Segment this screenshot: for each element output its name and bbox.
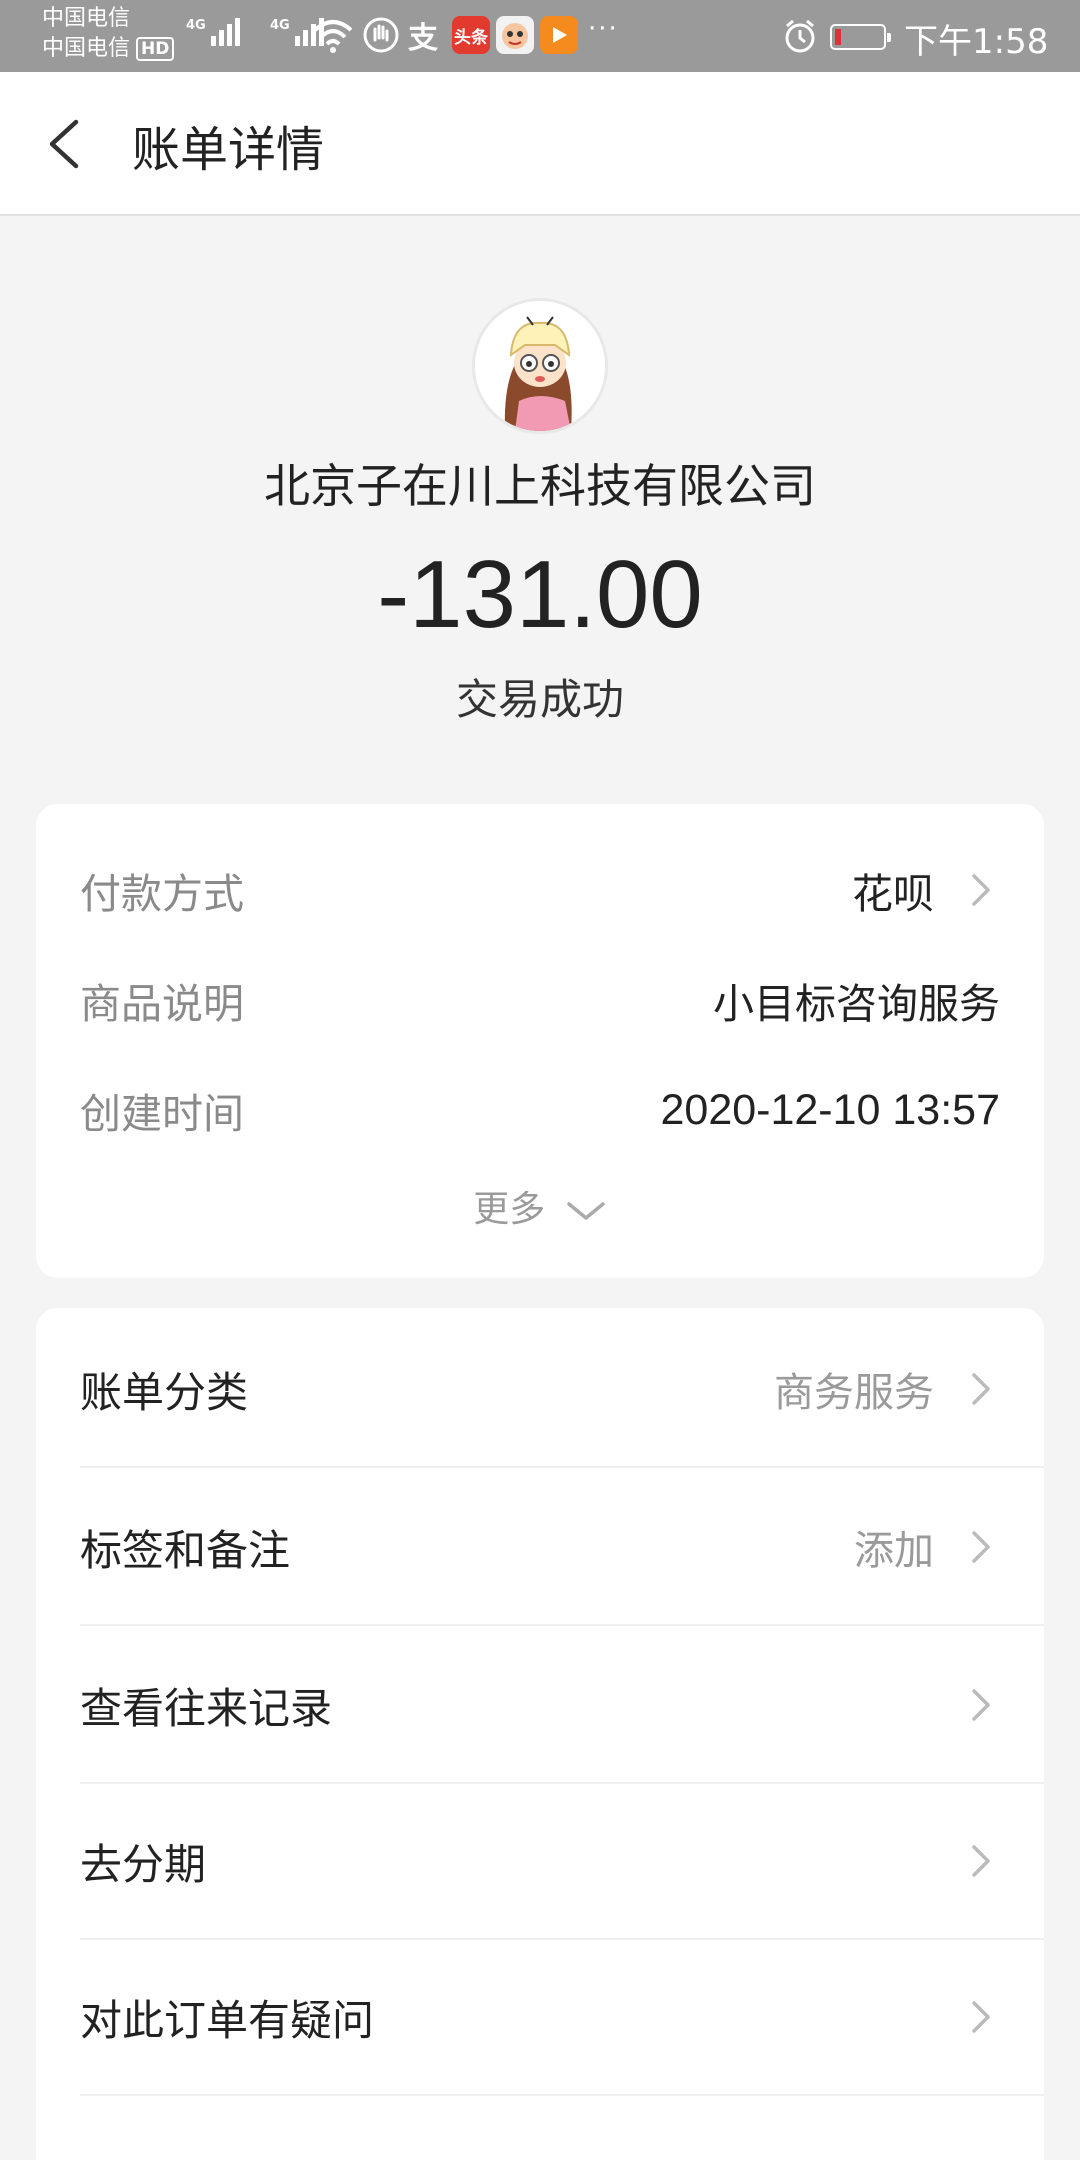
row-label: 付款方式 bbox=[80, 870, 244, 918]
row-value: 小目标咨询服务 bbox=[713, 980, 1000, 1028]
merchant-avatar bbox=[472, 298, 608, 434]
chevron-right-icon bbox=[972, 1689, 990, 1721]
toutiao-icon: 头条 bbox=[452, 16, 490, 54]
chevron-right-icon bbox=[972, 2001, 990, 2033]
row-value: 花呗 bbox=[852, 870, 934, 918]
chevron-right-icon bbox=[972, 1373, 990, 1405]
row-label: 去分期 bbox=[80, 1839, 207, 1889]
wifi-icon bbox=[313, 20, 353, 53]
product-description-row: 商品说明 小目标咨询服务 bbox=[80, 970, 1000, 1030]
tags-notes-row[interactable]: 标签和备注 添加 bbox=[80, 1470, 1044, 1626]
alipay-icon: 支 bbox=[404, 16, 442, 56]
back-button[interactable] bbox=[30, 102, 110, 186]
row-value: 2020-12-10 13:57 bbox=[660, 1085, 1000, 1134]
row-label: 账单分类 bbox=[80, 1367, 249, 1417]
row-label: 查看往来记录 bbox=[80, 1683, 333, 1733]
network-type: 4G bbox=[270, 18, 290, 33]
hd-badge: HD bbox=[136, 37, 175, 61]
app-header: 账单详情 bbox=[0, 72, 1080, 216]
network-type: 4G bbox=[186, 18, 206, 33]
actions-card: 账单分类 商务服务 标签和备注 添加 查看往来记录 去分期 对此订单有疑问 bbox=[36, 1308, 1044, 2160]
bill-category-row[interactable]: 账单分类 商务服务 bbox=[80, 1312, 1044, 1468]
chevron-left-icon bbox=[49, 119, 79, 169]
row-value: 添加 bbox=[854, 1528, 934, 1574]
carrier-label: 中国电信 bbox=[42, 6, 131, 31]
merchant-name: 北京子在川上科技有限公司 bbox=[264, 459, 816, 513]
chevron-right-icon bbox=[972, 1531, 990, 1563]
status-time: 下午1:58 bbox=[904, 22, 1049, 62]
row-value: 商务服务 bbox=[774, 1370, 934, 1416]
alipay-glyph: 支 bbox=[408, 21, 438, 56]
chevron-right-icon bbox=[972, 874, 990, 906]
status-bar: 中国电信 中国电信 HD 4G 4G 支 头条 ··· 下午1:58 bbox=[0, 0, 1080, 72]
row-label: 商品说明 bbox=[80, 980, 244, 1028]
chevron-down-icon bbox=[566, 1202, 605, 1220]
details-card: 付款方式 花呗 商品说明 小目标咨询服务 创建时间 2020-12-10 13:… bbox=[36, 804, 1044, 1278]
row-label: 对此订单有疑问 bbox=[80, 1995, 375, 2045]
chevron-right-icon bbox=[972, 1845, 990, 1877]
row-label: 标签和备注 bbox=[80, 1525, 291, 1575]
view-history-row[interactable]: 查看往来记录 bbox=[80, 1628, 1044, 1784]
battery-icon bbox=[830, 24, 891, 50]
carrier-label: 中国电信 bbox=[42, 36, 131, 61]
created-time-row: 创建时间 2020-12-10 13:57 bbox=[80, 1080, 1000, 1140]
toutiao-label: 头条 bbox=[454, 27, 488, 48]
alarm-icon bbox=[785, 19, 815, 53]
more-button[interactable]: 更多 bbox=[36, 1180, 1044, 1232]
video-app-icon bbox=[540, 16, 578, 54]
more-notifications-icon: ··· bbox=[588, 14, 619, 44]
transaction-amount: -131.00 bbox=[377, 541, 703, 648]
more-label: 更多 bbox=[473, 1189, 546, 1230]
page-title: 账单详情 bbox=[132, 122, 325, 178]
transaction-status: 交易成功 bbox=[455, 675, 624, 724]
row-label: 创建时间 bbox=[80, 1090, 244, 1138]
installment-row[interactable]: 去分期 bbox=[80, 1784, 1044, 1940]
order-question-row[interactable]: 对此订单有疑问 bbox=[80, 1940, 1044, 2096]
carrier-info: 中国电信 中国电信 HD bbox=[42, 4, 175, 64]
mascot-app-icon bbox=[496, 16, 534, 54]
hand-icon bbox=[363, 17, 399, 53]
payment-method-row[interactable]: 付款方式 花呗 bbox=[80, 860, 1000, 920]
signal-icon: 4G bbox=[186, 18, 240, 46]
